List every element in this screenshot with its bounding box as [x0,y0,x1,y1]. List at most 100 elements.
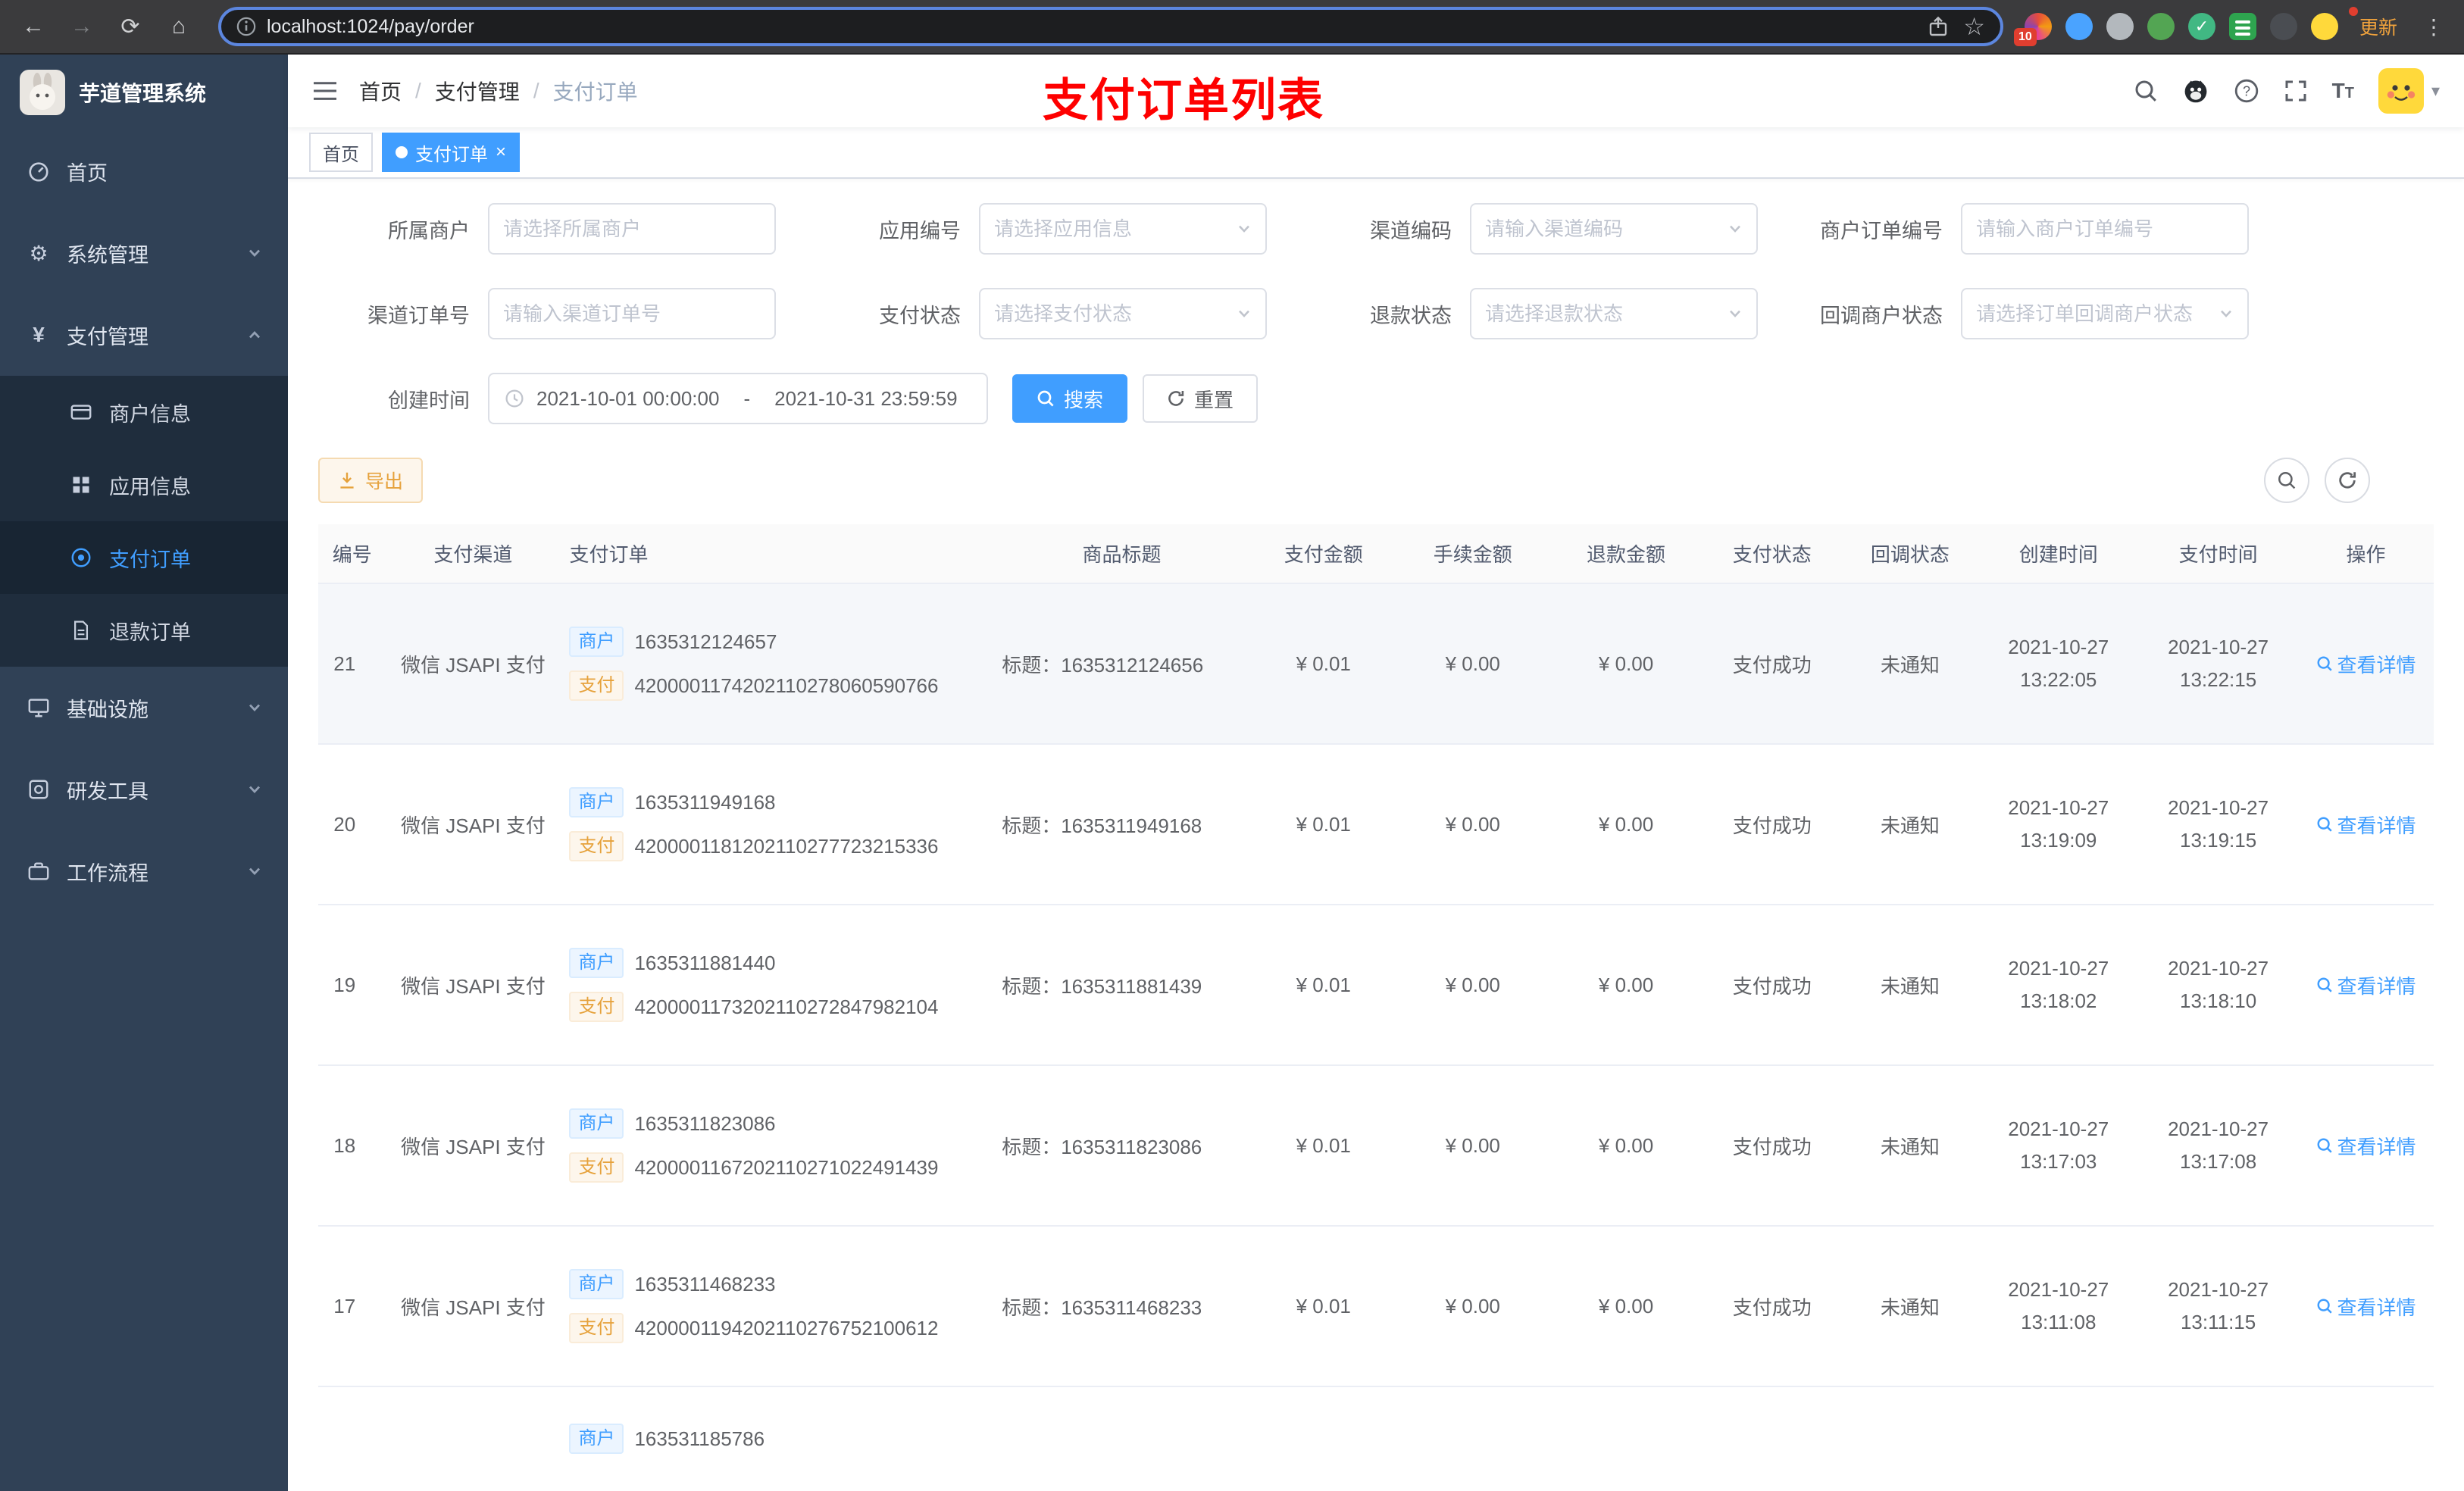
channel-code-input[interactable] [1485,217,1718,241]
chevron-up-icon [247,327,262,342]
merchant-tag: 商户 [569,948,624,978]
fullscreen-icon[interactable] [2284,79,2308,103]
notify-status-select[interactable] [1961,288,2249,339]
browser-back-icon[interactable]: ← [15,8,52,45]
sidebar-item-infrastructure[interactable]: 基础设施 [0,667,288,749]
pay-time: 2021-10-27 13:19:15 [2168,796,2269,852]
browser-update-button[interactable]: 更新 [2348,7,2405,43]
breadcrumb-home[interactable]: 首页 [359,76,402,106]
clock-icon [505,389,524,408]
browser-home-icon[interactable]: ⌂ [161,8,197,45]
pay-status-select[interactable] [979,288,1267,339]
address-bar[interactable]: ☆ [218,7,2003,46]
reset-button[interactable]: 重置 [1143,374,1259,423]
pay-status-input[interactable] [994,302,1227,326]
view-detail-link[interactable]: 查看详情 [2316,650,2416,678]
chevron-down-icon [247,782,262,797]
tab-pay-order[interactable]: 支付订单 × [382,133,521,172]
merchant-order-no: 1635311468233 [634,1272,776,1296]
dashboard-icon [26,160,52,183]
create-time-range-picker[interactable]: 2021-10-01 00:00:00 - 2021-10-31 23:59:5… [488,373,988,424]
extension-colorful-icon[interactable]: 10 [2013,13,2052,46]
col-id: 编号 [318,524,386,584]
browser-forward-icon[interactable]: → [64,8,100,45]
payment-submenu: 商户信息 应用信息 支付订单 退款订单 [0,376,288,667]
refund-amount: ¥ 0.00 [1598,973,1654,996]
channel-code-select[interactable] [1470,203,1758,255]
breadcrumb-payment[interactable]: 支付管理 [435,76,520,106]
sidebar-item-refund-order[interactable]: 退款订单 [0,594,288,667]
sidebar-item-merchant-info[interactable]: 商户信息 [0,376,288,449]
sidebar-item-pay-order[interactable]: 支付订单 [0,521,288,594]
channel-order-no-field[interactable] [488,288,776,339]
date-end[interactable]: 2021-10-31 23:59:59 [774,387,957,411]
browser-reload-icon[interactable]: ⟳ [112,8,149,45]
chevron-down-icon [1728,221,1743,236]
merchant-select-input[interactable] [503,217,761,241]
table-row[interactable]: 19 微信 JSAPI 支付 商户 1635311881440 支付 42000… [318,905,2434,1066]
pay-amount: ¥ 0.01 [1296,1294,1351,1318]
merchant-order-no-input[interactable] [1976,217,2234,241]
table-row[interactable]: 17 微信 JSAPI 支付 商户 1635311468233 支付 42000… [318,1226,2434,1387]
sidebar-toggle-icon[interactable] [312,80,338,102]
date-start[interactable]: 2021-10-01 00:00:00 [536,387,719,411]
notify-status: 未通知 [1880,653,1940,677]
sidebar-item-home[interactable]: 首页 [0,130,288,212]
sidebar-item-system[interactable]: ⚙ 系统管理 [0,212,288,294]
view-detail-link[interactable]: 查看详情 [2316,811,2416,839]
close-tab-icon[interactable]: × [496,143,506,161]
extension-dark-icon[interactable] [2269,13,2297,40]
pay-time: 2021-10-27 13:11:15 [2168,1278,2269,1333]
export-button[interactable]: 导出 [318,458,424,503]
font-size-icon[interactable]: TT [2332,79,2354,103]
chevron-down-icon [247,864,262,879]
browser-menu-icon[interactable]: ⋮ [2419,14,2449,39]
extension-green-icon[interactable] [2147,13,2175,40]
sidebar-item-payment[interactable]: ¥ 支付管理 [0,294,288,376]
table-row-partial: 商户 163531185786 [318,1386,2434,1491]
update-dot [2348,7,2358,16]
extension-blue-icon[interactable] [2065,13,2093,40]
show-search-toggle-button[interactable] [2264,458,2309,503]
bookmark-star-icon[interactable]: ☆ [1963,12,1985,41]
col-actions: 操作 [2298,524,2434,584]
sidebar-item-devtools[interactable]: 研发工具 [0,749,288,830]
notify-status-input[interactable] [1976,302,2209,326]
vue-devtools-icon[interactable]: ✓ [2187,13,2215,40]
refresh-table-button[interactable] [2325,458,2370,503]
channel-order-no-input[interactable] [503,302,761,326]
app-select[interactable] [979,203,1267,255]
view-detail-link[interactable]: 查看详情 [2316,1132,2416,1160]
merchant-order-no-field[interactable] [1961,203,2249,255]
extension-chat-icon[interactable] [2228,13,2256,40]
pay-status: 支付成功 [1732,1135,1812,1158]
site-info-icon[interactable] [236,17,256,36]
app-logo[interactable]: 芋道管理系统 [0,55,288,130]
view-detail-link[interactable]: 查看详情 [2316,971,2416,999]
search-button[interactable]: 搜索 [1012,374,1128,423]
github-icon[interactable] [2182,77,2209,105]
help-icon[interactable]: ? [2234,78,2259,104]
pay-channel: 微信 JSAPI 支付 [401,814,546,837]
view-detail-link[interactable]: 查看详情 [2316,1293,2416,1321]
app-select-input[interactable] [994,217,1227,241]
extension-emoji-icon[interactable] [2310,13,2338,40]
url-input[interactable] [267,15,1918,38]
sidebar-item-app-info[interactable]: 应用信息 [0,449,288,521]
refund-status-input[interactable] [1485,302,1718,326]
extension-gray-icon[interactable] [2106,13,2134,40]
user-menu[interactable]: ▾ [2378,68,2440,114]
pay-amount: ¥ 0.01 [1296,652,1351,675]
table-row[interactable]: 21 微信 JSAPI 支付 商户 1635312124657 支付 42000… [318,583,2434,745]
merchant-select[interactable] [488,203,776,255]
refund-status-select[interactable] [1470,288,1758,339]
share-icon[interactable] [1928,16,1948,37]
search-icon[interactable] [2134,79,2158,103]
create-time: 2021-10-27 13:22:05 [2008,636,2109,691]
table-row[interactable]: 20 微信 JSAPI 支付 商户 1635311949168 支付 42000… [318,744,2434,905]
grid-icon [68,474,94,495]
merchant-tag: 商户 [569,1424,624,1454]
table-row[interactable]: 18 微信 JSAPI 支付 商户 1635311823086 支付 42000… [318,1065,2434,1227]
sidebar-item-workflow[interactable]: 工作流程 [0,830,288,912]
tab-home[interactable]: 首页 [309,133,373,172]
